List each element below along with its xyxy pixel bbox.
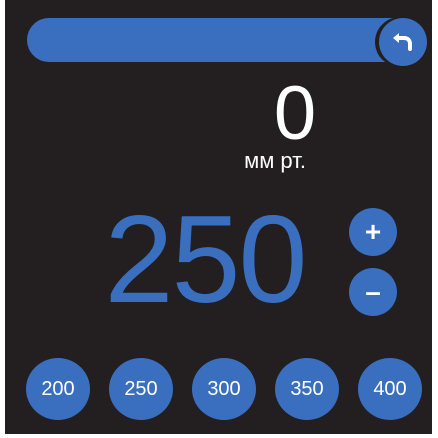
top-bar: [27, 18, 425, 62]
increment-button[interactable]: +: [349, 208, 397, 256]
preset-button-300[interactable]: 300: [192, 358, 256, 420]
preset-row: 200 250 300 350 400: [5, 358, 432, 420]
decrement-button[interactable]: –: [349, 268, 397, 316]
setpoint-value: 250: [104, 191, 308, 329]
preset-button-400[interactable]: 400: [358, 358, 422, 420]
undo-arrow-icon: [390, 27, 416, 58]
current-pressure-value: 0: [273, 71, 317, 156]
preset-button-350[interactable]: 350: [275, 358, 339, 420]
pressure-unit-label: мм рт.: [244, 148, 306, 173]
back-button[interactable]: [379, 18, 427, 66]
preset-button-250[interactable]: 250: [109, 358, 173, 420]
pressure-screen: 0 мм рт. 250 + – 200 250 300 350 400: [5, 0, 432, 434]
preset-button-200[interactable]: 200: [26, 358, 90, 420]
